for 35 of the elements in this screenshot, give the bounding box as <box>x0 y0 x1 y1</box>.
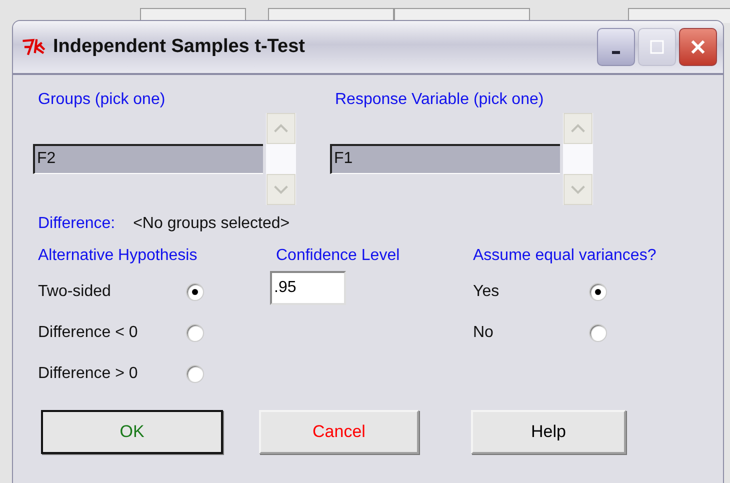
option-label: No <box>473 324 494 342</box>
window-title: Independent Samples t-Test <box>53 36 306 58</box>
column-heading: Confidence Level <box>276 247 401 265</box>
radio-button[interactable] <box>186 364 204 382</box>
radio-button[interactable] <box>589 324 607 342</box>
option-label: Two-sided <box>38 282 112 300</box>
difference-label: Difference: <box>38 215 116 233</box>
list-label: Response Variable (pick one) <box>334 91 545 109</box>
scroll-down-icon[interactable] <box>563 174 593 205</box>
column-heading: Alternative Hypothesis <box>38 247 198 265</box>
radio-button[interactable] <box>186 324 204 342</box>
list-label: Groups (pick one) <box>37 91 166 109</box>
minimize-icon <box>612 51 620 54</box>
dialog-button[interactable]: OK <box>41 410 223 454</box>
option-label: Difference < 0 <box>38 324 139 342</box>
close-icon <box>690 39 706 55</box>
scroll-up-icon[interactable] <box>563 113 593 144</box>
feather-logo-icon <box>21 37 47 57</box>
scroll-down-icon[interactable] <box>266 174 296 205</box>
radio-button[interactable] <box>186 282 204 300</box>
option-label: Yes <box>473 282 500 300</box>
scrollbar[interactable] <box>563 113 593 205</box>
list-item[interactable]: F2 <box>33 144 263 174</box>
dialog-button[interactable]: Help <box>471 410 626 454</box>
radio-button[interactable] <box>589 282 607 300</box>
scroll-up-icon[interactable] <box>266 113 296 144</box>
difference-value: <No groups selected> <box>133 215 290 233</box>
list-item[interactable]: F1 <box>330 144 560 174</box>
maximize-icon <box>650 40 664 54</box>
minimize-button[interactable] <box>597 28 635 66</box>
column-heading: Assume equal variances? <box>473 247 658 265</box>
input-field[interactable]: .95 <box>270 271 346 305</box>
scrollbar[interactable] <box>266 113 296 205</box>
close-button[interactable] <box>679 28 717 66</box>
option-label: Difference > 0 <box>38 364 139 382</box>
